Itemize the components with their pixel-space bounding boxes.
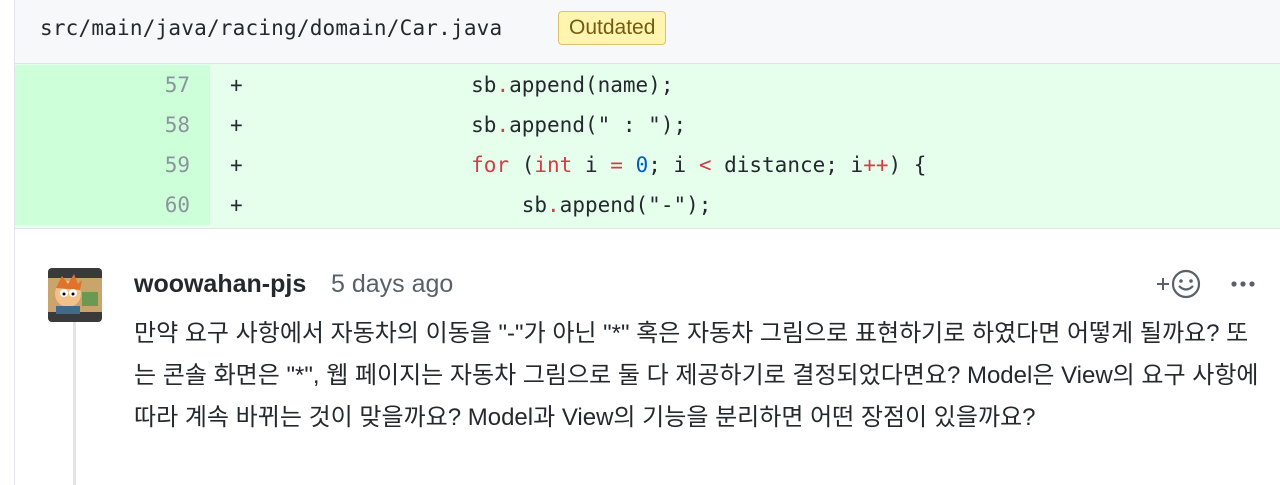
line-number[interactable]: 57 (15, 65, 210, 105)
code-line: sb.append(name); (370, 65, 673, 105)
diff-line: 58 + sb.append(" : "); (15, 105, 1280, 145)
diff-line: 59 + for (int i = 0; i < distance; i++) … (15, 145, 1280, 185)
comment-author-link[interactable]: woowahan-pjs (134, 268, 306, 300)
outdated-badge: Outdated (558, 11, 667, 45)
diff-added-marker: + (230, 73, 243, 97)
code-token: append(" : "); (509, 113, 687, 137)
diff-line: 60 + sb.append("-"); (15, 185, 1280, 225)
timeline-line (73, 322, 76, 485)
kebab-menu-icon (1231, 281, 1255, 287)
code-token: 0 (635, 153, 649, 177)
code-line: sb.append("-"); (370, 185, 712, 225)
review-comment: woowahan-pjs 5 days ago 만약 요구 사항에서 자동차의 … (15, 230, 1280, 485)
comment-body: 만약 요구 사항에서 자동차의 이동을 "-"가 아닌 "*" 혹은 자동차 그… (134, 320, 1259, 431)
diff-line: 57 + sb.append(name); (15, 65, 1280, 105)
add-reaction-button[interactable] (1149, 268, 1205, 300)
code-token: i (572, 153, 611, 177)
code-token: sb (521, 193, 548, 217)
code-token: = (610, 153, 623, 177)
line-number[interactable]: 60 (15, 185, 210, 225)
code-token: ( (509, 153, 535, 177)
code-token: . (496, 113, 510, 137)
add-reaction-smiley-icon (1157, 269, 1201, 299)
comment-timestamp-link[interactable]: 5 days ago (331, 268, 453, 300)
code-token: ) { (888, 153, 927, 177)
code-token: sb (471, 113, 497, 137)
comment-more-options-button[interactable] (1225, 268, 1261, 300)
code-token: . (496, 73, 510, 97)
code-token: . (547, 193, 560, 217)
diff-added-marker: + (230, 193, 243, 217)
code-token: for (471, 153, 510, 177)
code-token: ; i (648, 153, 699, 177)
code-token: ++ (863, 153, 889, 177)
line-number[interactable]: 58 (15, 105, 210, 145)
code-token: distance; i (711, 153, 864, 177)
review-thread-container: src/main/java/racing/domain/Car.java Out… (14, 0, 1280, 485)
diff-hunk: 57 + sb.append(name); 58 + sb.append(" :… (15, 64, 1280, 229)
line-number[interactable]: 59 (15, 145, 210, 185)
code-token: < (698, 153, 712, 177)
code-line: sb.append(" : "); (370, 105, 686, 145)
code-token: append(name); (509, 73, 674, 97)
diff-added-marker: + (230, 113, 243, 137)
diff-added-marker: + (230, 153, 243, 177)
file-path-link[interactable]: src/main/java/racing/domain/Car.java (40, 13, 502, 43)
code-line: for (int i = 0; i < distance; i++) { (370, 145, 926, 185)
meme-avatar-icon[interactable] (48, 268, 102, 322)
code-token: append("-"); (559, 193, 712, 217)
file-header: src/main/java/racing/domain/Car.java Out… (15, 0, 1280, 64)
code-token: int (534, 153, 573, 177)
code-token: sb (471, 73, 497, 97)
